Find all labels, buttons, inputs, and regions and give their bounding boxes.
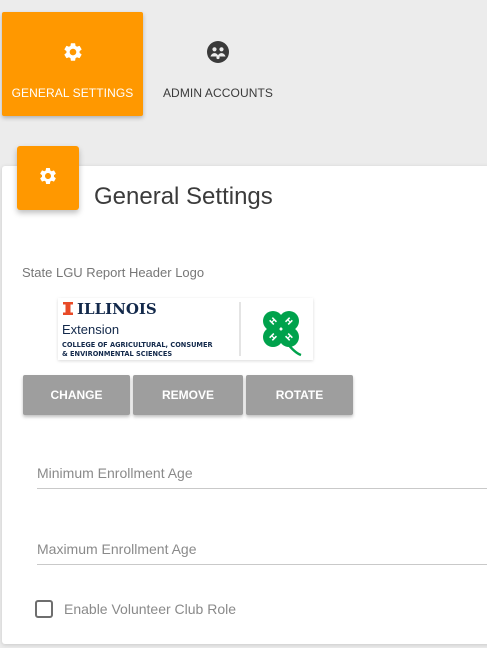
logo-sub: Extension [62, 322, 119, 337]
tab-general-settings[interactable]: GENERAL SETTINGS [2, 12, 143, 116]
volunteer-club-role-checkbox[interactable] [35, 600, 53, 618]
change-logo-button[interactable]: CHANGE [23, 375, 130, 415]
logo-name: ILLINOIS [77, 300, 157, 318]
minimum-enrollment-age-input[interactable] [37, 458, 487, 488]
tab-label: ADMIN ACCOUNTS [162, 86, 274, 100]
gear-icon [61, 40, 85, 64]
logo-line1: COLLEGE OF AGRICULTURAL, CONSUMER [62, 341, 213, 349]
gear-icon [38, 166, 58, 191]
page-title: General Settings [94, 183, 273, 210]
minimum-enrollment-age-field [37, 458, 487, 489]
tab-label: GENERAL SETTINGS [11, 86, 134, 100]
rotate-logo-button[interactable]: ROTATE [246, 375, 353, 415]
remove-logo-button[interactable]: REMOVE [133, 375, 243, 415]
report-header-logo-image: ILLINOIS Extension COLLEGE OF AGRICULTUR… [58, 298, 313, 360]
logo-label: State LGU Report Header Logo [22, 265, 205, 280]
volunteer-club-role-option[interactable]: Enable Volunteer Club Role [35, 600, 236, 618]
tab-admin-accounts[interactable]: ADMIN ACCOUNTS [150, 12, 286, 116]
group-icon [206, 40, 230, 64]
maximum-enrollment-age-input[interactable] [37, 534, 487, 564]
maximum-enrollment-age-field [37, 534, 487, 565]
checkbox-label: Enable Volunteer Club Role [64, 601, 237, 617]
card-header-icon-box [17, 146, 79, 210]
logo-line2: & ENVIRONMENTAL SCIENCES [62, 350, 172, 358]
